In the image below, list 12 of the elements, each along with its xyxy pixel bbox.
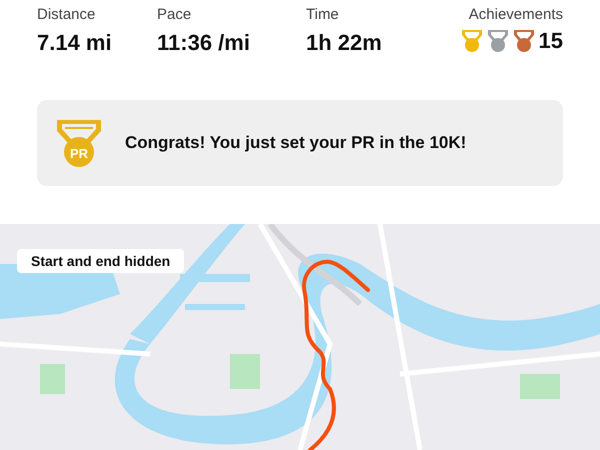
congrats-message: Congrats! You just set your PR in the 10K! <box>125 133 466 153</box>
stat-value: 7.14 mi <box>37 30 113 56</box>
achievement-count: 15 <box>538 28 563 54</box>
map-notice: Start and end hidden <box>17 249 184 273</box>
stat-label: Distance <box>37 6 96 23</box>
medal-icon <box>55 118 103 168</box>
badge-text: PR <box>69 146 89 161</box>
stat-label: Time <box>306 6 340 23</box>
stat-label: Pace <box>157 6 192 23</box>
stat-value: 1h 22m <box>306 30 383 56</box>
stat-value: 11:36 /mi <box>157 30 251 56</box>
stat-label: Achievements <box>468 6 563 23</box>
